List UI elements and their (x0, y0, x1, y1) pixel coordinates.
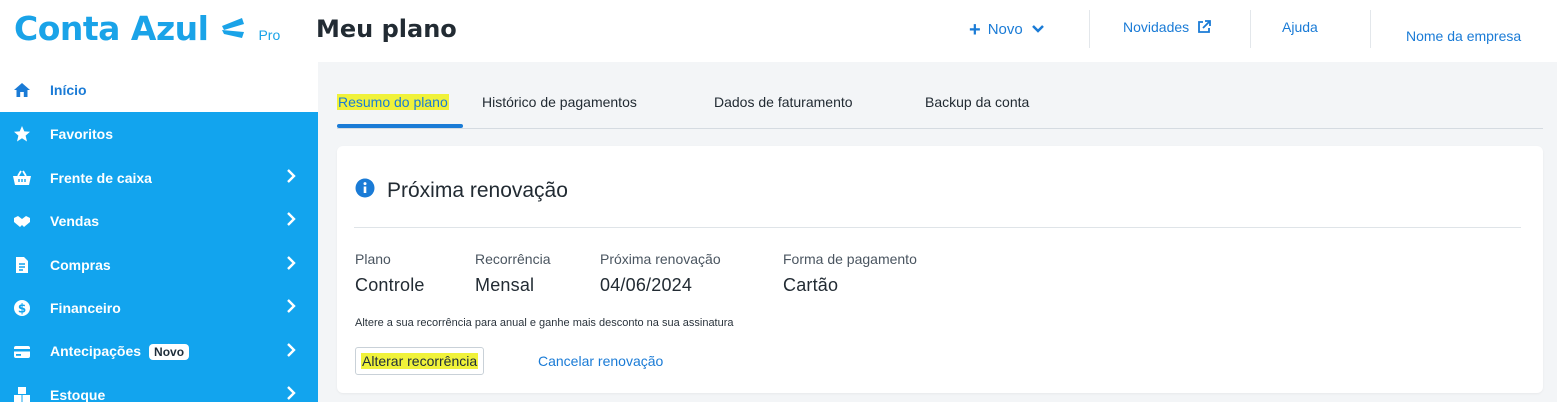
next-renewal-field: Próxima renovação 04/06/2024 (600, 251, 721, 296)
field-label: Recorrência (475, 251, 551, 267)
dollar-coin-icon: $ (12, 298, 32, 318)
chevron-right-icon (286, 212, 296, 229)
sidebar-item-antecipacoes[interactable]: Antecipações Novo (0, 330, 318, 373)
home-icon (12, 80, 32, 100)
page-title: Meu plano (316, 15, 457, 43)
recurrence-field: Recorrência Mensal (475, 251, 550, 296)
plan-field: Plano Controle (355, 251, 425, 296)
sidebar-item-label: Início (50, 82, 87, 98)
chevron-right-icon (286, 256, 296, 273)
sidebar-item-financeiro[interactable]: $ Financeiro (0, 286, 318, 329)
tab-dados-de-faturamento[interactable]: Dados de faturamento (714, 94, 853, 110)
external-link-icon (1198, 20, 1212, 33)
alter-recurrence-button[interactable]: Alterar recorrência (355, 347, 485, 375)
tab-backup-da-conta[interactable]: Backup da conta (925, 94, 1029, 110)
field-value: Cartão (783, 275, 839, 295)
plan-tabs: Resumo do plano Histórico de pagamentos … (337, 84, 1543, 129)
sidebar: Início Favoritos Frente de caixa Vendas … (0, 68, 318, 403)
sidebar-item-label: Vendas (50, 212, 100, 229)
field-label: Plano (355, 251, 391, 267)
chevron-right-icon (286, 386, 296, 403)
cancel-renewal-link[interactable]: Cancelar renovação (538, 353, 663, 369)
field-value: Mensal (475, 275, 535, 295)
header-divider (1250, 10, 1251, 48)
field-label: Forma de pagamento (783, 251, 917, 267)
sidebar-item-label: Financeiro (50, 299, 121, 316)
new-label: Novo (987, 21, 1023, 38)
payment-method-field: Forma de pagamento Cartão (783, 251, 917, 296)
field-value: 04/06/2024 (600, 275, 693, 295)
renewal-title-text: Próxima renovação (387, 179, 568, 202)
chevron-right-icon (286, 299, 296, 316)
renewal-title: Próxima renovação (355, 178, 568, 204)
sidebar-item-frente-de-caixa[interactable]: Frente de caixa (0, 156, 318, 199)
ajuda-link[interactable]: Ajuda (1282, 19, 1318, 35)
sidebar-item-favoritos[interactable]: Favoritos (0, 112, 318, 155)
sidebar-item-estoque[interactable]: Estoque (0, 373, 318, 416)
card-divider (354, 227, 1521, 228)
sidebar-item-vendas[interactable]: Vendas (0, 199, 318, 242)
sidebar-item-label: Frente de caixa (50, 169, 152, 186)
handshake-icon (12, 211, 32, 231)
sidebar-item-text: Antecipações (50, 343, 142, 359)
svg-text:$: $ (18, 301, 26, 315)
field-label: Próxima renovação (600, 251, 721, 267)
promo-text: Altere a sua recorrência para anual e ga… (355, 317, 734, 329)
novidades-label: Novidades (1123, 19, 1190, 35)
header-divider (1089, 10, 1090, 48)
sidebar-item-label: Favoritos (50, 125, 114, 142)
card-icon (12, 342, 32, 362)
chevron-right-icon (286, 169, 296, 186)
logo-wing-icon (220, 18, 246, 43)
tab-resumo-do-plano[interactable]: Resumo do plano (337, 94, 449, 110)
active-tab-indicator (337, 124, 463, 128)
star-icon (12, 124, 32, 144)
plan-tier-label: Pro (258, 27, 281, 43)
new-button[interactable]: + Novo (969, 18, 1045, 41)
sidebar-item-compras[interactable]: Compras (0, 243, 318, 286)
sidebar-item-label: Compras (50, 256, 111, 273)
top-header: Conta Azul Pro Meu plano + Novo Novidade… (0, 0, 1557, 62)
chevron-right-icon (286, 343, 296, 360)
company-menu[interactable]: Nome da empresa (1406, 28, 1521, 44)
sidebar-item-label: Antecipações Novo (50, 343, 190, 360)
logo-text: Conta Azul (14, 9, 209, 48)
new-badge: Novo (149, 344, 190, 360)
novidades-link[interactable]: Novidades (1123, 19, 1212, 35)
document-icon (12, 255, 32, 275)
basket-icon (12, 168, 32, 188)
header-divider (1370, 10, 1371, 48)
chevron-down-icon (1031, 21, 1045, 38)
tab-historico-de-pagamentos[interactable]: Histórico de pagamentos (482, 94, 637, 110)
alter-recurrence-label: Alterar recorrência (361, 353, 479, 369)
conta-azul-logo[interactable]: Conta Azul Pro (14, 9, 280, 49)
plus-icon: + (969, 18, 981, 41)
sidebar-item-inicio[interactable]: Início (0, 68, 318, 112)
field-value: Controle (355, 275, 425, 295)
renewal-card: Próxima renovação Plano Controle Recorrê… (337, 146, 1543, 393)
info-icon (355, 178, 375, 204)
sidebar-item-label: Estoque (50, 386, 106, 403)
